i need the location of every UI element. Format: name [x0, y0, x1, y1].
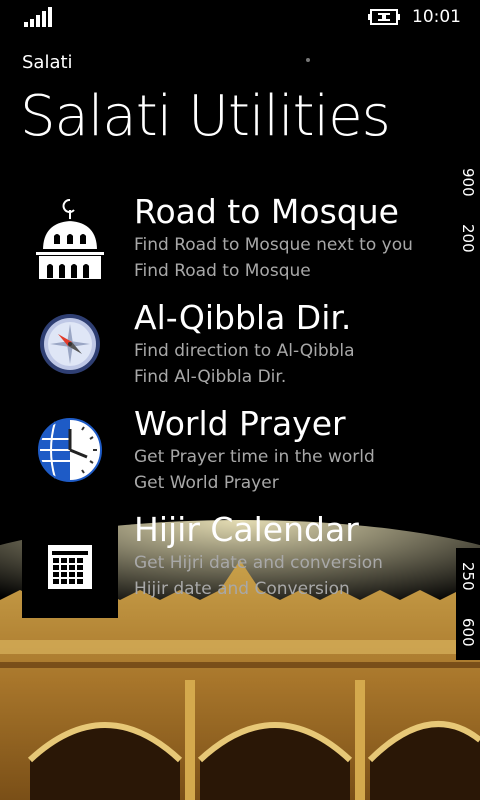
item-tile — [22, 516, 118, 618]
compass-icon — [40, 314, 100, 374]
list-item-world-prayer[interactable]: World Prayer Get Prayer time in the worl… — [22, 402, 452, 508]
side-tag-bottom: 250 600 — [456, 548, 480, 660]
item-title: Road to Mosque — [134, 192, 399, 231]
side-tag-text: 200 — [459, 223, 477, 253]
item-title: Hijir Calendar — [134, 510, 359, 549]
calendar-icon — [48, 545, 92, 589]
side-tag-text: 600 — [459, 617, 477, 647]
item-detail: Get World Prayer — [134, 473, 279, 493]
item-subtitle: Get Hijri date and conversion — [134, 553, 383, 573]
clock-time: 10:01 — [412, 7, 461, 27]
signal-bars-icon — [24, 7, 52, 27]
item-tile — [22, 296, 118, 392]
item-title: World Prayer — [134, 404, 346, 443]
page-title: Salati Utilities — [20, 84, 391, 149]
list-item-hijir-calendar[interactable]: Hijir Calendar Get Hijri date and conver… — [22, 508, 452, 618]
item-subtitle: Find direction to Al-Qibbla — [134, 341, 355, 361]
status-bar: 10:01 — [0, 0, 480, 34]
list-item-qibbla-direction[interactable]: Al-Qibbla Dir. Find direction to Al-Qibb… — [22, 296, 452, 402]
utilities-list: Road to Mosque Find Road to Mosque next … — [22, 190, 452, 618]
side-tag-top: 900 200 — [456, 154, 480, 266]
item-subtitle: Find Road to Mosque next to you — [134, 235, 413, 255]
item-subtitle: Get Prayer time in the world — [134, 447, 375, 467]
side-tag-text: 250 — [459, 561, 477, 591]
item-detail: Hijir date and Conversion — [134, 579, 350, 599]
app-name: Salati — [22, 52, 73, 73]
mosque-icon — [34, 199, 106, 281]
globe-clock-icon — [38, 418, 102, 482]
item-title: Al-Qibbla Dir. — [134, 298, 352, 337]
item-detail: Find Al-Qibbla Dir. — [134, 367, 287, 387]
item-detail: Find Road to Mosque — [134, 261, 311, 281]
item-tile — [22, 190, 118, 286]
item-tile — [22, 402, 118, 498]
battery-charging-icon — [368, 9, 400, 25]
side-tag-text: 900 — [459, 167, 477, 197]
list-item-road-to-mosque[interactable]: Road to Mosque Find Road to Mosque next … — [22, 190, 452, 296]
